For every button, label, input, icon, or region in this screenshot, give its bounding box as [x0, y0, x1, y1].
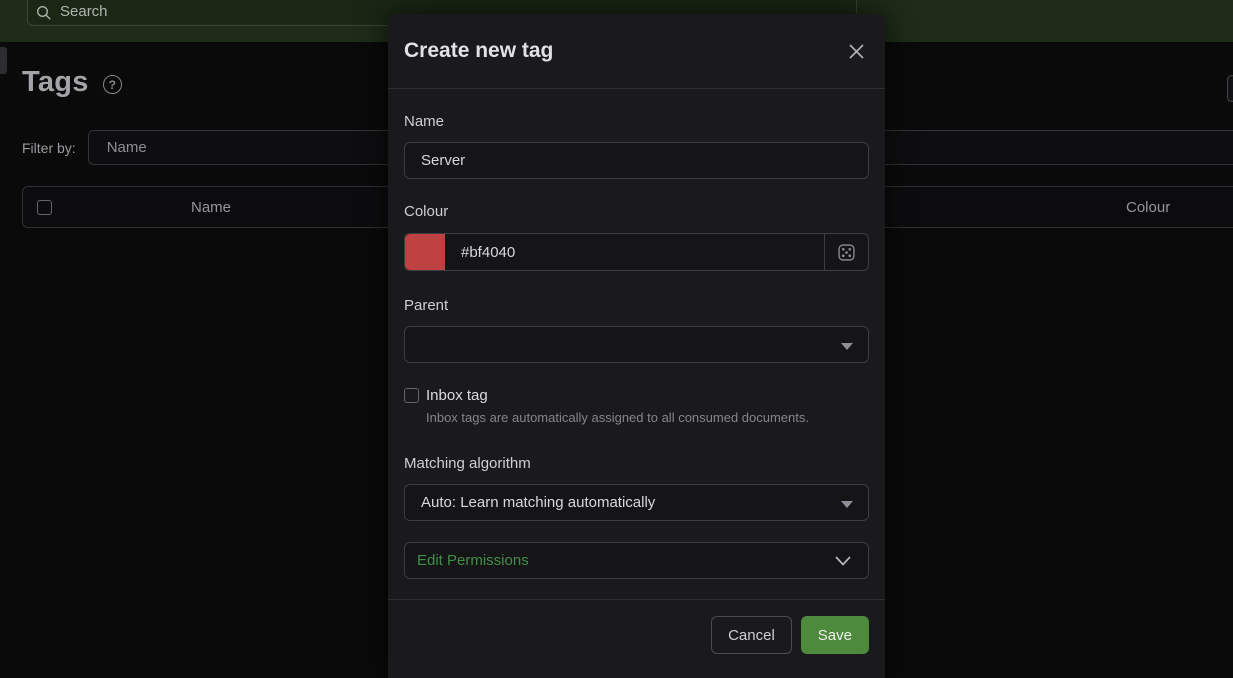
inbox-tag-label: Inbox tag [426, 387, 488, 404]
sidebar-edge [0, 47, 7, 74]
modal-body: Name Colour Par [388, 89, 885, 579]
inbox-tag-hint: Inbox tags are automatically assigned to… [426, 410, 869, 425]
chevron-down-icon [841, 343, 853, 350]
inbox-tag-row: Inbox tag [404, 387, 869, 404]
cutoff-button-edge[interactable] [1227, 75, 1233, 102]
name-input[interactable] [404, 142, 869, 179]
modal-footer: Cancel Save [388, 599, 885, 668]
parent-label: Parent [404, 297, 869, 314]
edit-permissions-label: Edit Permissions [417, 552, 529, 569]
colour-input[interactable] [445, 234, 824, 270]
app-screen: Tags ? Filter by: Name Colour Create new… [0, 0, 1233, 678]
filter-by-label: Filter by: [22, 140, 76, 156]
chevron-down-icon [834, 555, 852, 567]
column-header-name[interactable]: Name [191, 199, 231, 216]
page-title-row: Tags ? [22, 66, 122, 99]
random-colour-button[interactable] [824, 234, 868, 270]
select-all-checkbox[interactable] [37, 200, 52, 215]
modal-title: Create new tag [404, 39, 553, 63]
inbox-tag-checkbox[interactable] [404, 388, 419, 403]
matching-algorithm-value: Auto: Learn matching automatically [421, 494, 655, 511]
help-icon[interactable]: ? [103, 75, 122, 94]
search-icon [36, 5, 52, 21]
chevron-down-icon [841, 501, 853, 508]
colour-swatch [405, 234, 445, 270]
cancel-button[interactable]: Cancel [711, 616, 792, 654]
name-label: Name [404, 113, 869, 130]
colour-label: Colour [404, 203, 869, 220]
modal-header: Create new tag [388, 14, 885, 89]
colour-input-group [404, 233, 869, 271]
close-icon [847, 42, 866, 61]
dice-icon [836, 242, 857, 263]
column-header-colour[interactable]: Colour [1126, 199, 1170, 216]
matching-algorithm-select[interactable]: Auto: Learn matching automatically [404, 484, 869, 521]
create-tag-modal: Create new tag Name Colour [388, 14, 885, 678]
page-title: Tags [22, 66, 89, 99]
parent-select[interactable] [404, 326, 869, 363]
close-button[interactable] [845, 40, 868, 63]
edit-permissions-toggle[interactable]: Edit Permissions [404, 542, 869, 579]
matching-algorithm-label: Matching algorithm [404, 455, 869, 472]
save-button[interactable]: Save [801, 616, 869, 654]
